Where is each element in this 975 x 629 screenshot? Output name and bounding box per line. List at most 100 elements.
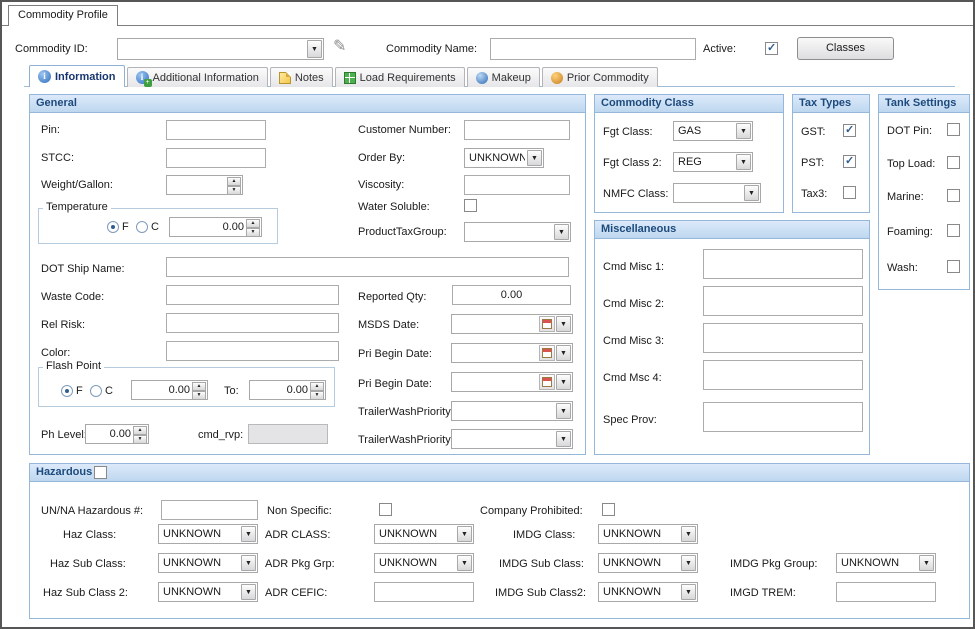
- flash-point-from-stepper[interactable]: 0.00 ▲▼: [131, 380, 208, 400]
- chevron-down-icon[interactable]: ▼: [554, 224, 569, 240]
- page-tab-commodity-profile[interactable]: Commodity Profile: [8, 5, 118, 26]
- adr-cefic-input[interactable]: [374, 582, 474, 602]
- gst-checkbox[interactable]: [843, 124, 856, 137]
- chevron-down-icon[interactable]: ▼: [556, 403, 571, 419]
- trailer-wash-priority2-select[interactable]: ▼: [451, 429, 573, 449]
- tab-additional-information[interactable]: Additional Information: [127, 67, 268, 87]
- classes-button[interactable]: Classes: [797, 37, 894, 60]
- chevron-down-icon[interactable]: ▼: [681, 526, 696, 542]
- stepper-buttons[interactable]: ▲▼: [310, 382, 324, 398]
- temperature-c-radio[interactable]: [136, 221, 148, 233]
- calendar-icon[interactable]: [539, 316, 555, 332]
- pri-begin-date2-picker[interactable]: ▼: [451, 372, 573, 392]
- ph-level-stepper[interactable]: 0.00 ▲▼: [85, 424, 149, 444]
- down-arrow-icon[interactable]: ▼: [227, 186, 241, 195]
- wash-checkbox[interactable]: [947, 260, 960, 273]
- foaming-checkbox[interactable]: [947, 224, 960, 237]
- active-checkbox[interactable]: [765, 42, 778, 55]
- stepper-buttons[interactable]: ▲▼: [133, 426, 147, 442]
- stepper-buttons[interactable]: ▲▼: [227, 177, 241, 193]
- chevron-down-icon[interactable]: ▼: [241, 584, 256, 600]
- color-input[interactable]: [166, 341, 339, 361]
- water-soluble-checkbox[interactable]: [464, 199, 477, 212]
- fgt-class2-select[interactable]: REG ▼: [673, 152, 753, 172]
- stcc-input[interactable]: [166, 148, 266, 168]
- product-tax-group-select[interactable]: ▼: [464, 222, 571, 242]
- chevron-down-icon[interactable]: ▼: [681, 555, 696, 571]
- pin-input[interactable]: [166, 120, 266, 140]
- haz-sub-class-select[interactable]: UNKNOWN ▼: [158, 553, 258, 573]
- tab-load-requirements[interactable]: Load Requirements: [335, 67, 465, 87]
- tax3-checkbox[interactable]: [843, 186, 856, 199]
- chevron-down-icon[interactable]: ▼: [736, 123, 751, 139]
- non-specific-checkbox[interactable]: [379, 503, 392, 516]
- hazardous-checkbox[interactable]: [94, 466, 107, 479]
- chevron-down-icon[interactable]: ▼: [736, 154, 751, 170]
- chevron-down-icon[interactable]: ▼: [681, 584, 696, 600]
- up-arrow-icon[interactable]: ▲: [192, 382, 206, 391]
- up-arrow-icon[interactable]: ▲: [227, 177, 241, 186]
- imgd-trem-input[interactable]: [836, 582, 936, 602]
- cmd-msc4-input[interactable]: [703, 360, 863, 390]
- chevron-down-icon[interactable]: ▼: [307, 40, 322, 58]
- company-prohibited-checkbox[interactable]: [602, 503, 615, 516]
- chevron-down-icon[interactable]: ▼: [744, 185, 759, 201]
- chevron-down-icon[interactable]: ▼: [527, 150, 542, 166]
- top-load-checkbox[interactable]: [947, 156, 960, 169]
- trailer-wash-priority-select[interactable]: ▼: [451, 401, 573, 421]
- temperature-stepper[interactable]: 0.00 ▲▼: [169, 217, 262, 237]
- viscosity-input[interactable]: [464, 175, 570, 195]
- rel-risk-input[interactable]: [166, 313, 339, 333]
- adr-class-select[interactable]: UNKNOWN ▼: [374, 524, 474, 544]
- chevron-down-icon[interactable]: ▼: [556, 374, 571, 390]
- pencil-icon[interactable]: ✎: [333, 39, 346, 55]
- weight-gallon-stepper[interactable]: ▲▼: [166, 175, 243, 195]
- down-arrow-icon[interactable]: ▼: [192, 391, 206, 400]
- flash-point-to-stepper[interactable]: 0.00 ▲▼: [249, 380, 326, 400]
- dot-pin-checkbox[interactable]: [947, 123, 960, 136]
- chevron-down-icon[interactable]: ▼: [457, 526, 472, 542]
- down-arrow-icon[interactable]: ▼: [246, 228, 260, 237]
- chevron-down-icon[interactable]: ▼: [457, 555, 472, 571]
- up-arrow-icon[interactable]: ▲: [246, 219, 260, 228]
- chevron-down-icon[interactable]: ▼: [241, 526, 256, 542]
- chevron-down-icon[interactable]: ▼: [556, 316, 571, 332]
- pst-checkbox[interactable]: [843, 155, 856, 168]
- spec-prov-input[interactable]: [703, 402, 863, 432]
- cmd-misc3-input[interactable]: [703, 323, 863, 353]
- marine-checkbox[interactable]: [947, 189, 960, 202]
- haz-sub-class2-select[interactable]: UNKNOWN ▼: [158, 582, 258, 602]
- tab-information[interactable]: Information: [29, 65, 125, 87]
- adr-pkg-grp-select[interactable]: UNKNOWN ▼: [374, 553, 474, 573]
- flash-point-f-radio[interactable]: [61, 385, 73, 397]
- stepper-buttons[interactable]: ▲▼: [192, 382, 206, 398]
- calendar-icon[interactable]: [539, 374, 555, 390]
- waste-code-input[interactable]: [166, 285, 339, 305]
- commodity-name-input[interactable]: [490, 38, 696, 60]
- dot-ship-name-input[interactable]: [166, 257, 569, 277]
- commodity-id-select[interactable]: ▼: [117, 38, 324, 60]
- order-by-select[interactable]: UNKNOWN ▼: [464, 148, 544, 168]
- tab-notes[interactable]: Notes: [270, 67, 333, 87]
- flash-point-c-radio[interactable]: [90, 385, 102, 397]
- chevron-down-icon[interactable]: ▼: [241, 555, 256, 571]
- up-arrow-icon[interactable]: ▲: [133, 426, 147, 435]
- chevron-down-icon[interactable]: ▼: [919, 555, 934, 571]
- imdg-sub-class2-select[interactable]: UNKNOWN ▼: [598, 582, 698, 602]
- calendar-icon[interactable]: [539, 345, 555, 361]
- imdg-pkg-group-select[interactable]: UNKNOWN ▼: [836, 553, 936, 573]
- msds-date-picker[interactable]: ▼: [451, 314, 573, 334]
- cmd-misc2-input[interactable]: [703, 286, 863, 316]
- chevron-down-icon[interactable]: ▼: [556, 431, 571, 447]
- imdg-class-select[interactable]: UNKNOWN ▼: [598, 524, 698, 544]
- down-arrow-icon[interactable]: ▼: [133, 435, 147, 444]
- imdg-sub-class-select[interactable]: UNKNOWN ▼: [598, 553, 698, 573]
- haz-class-select[interactable]: UNKNOWN ▼: [158, 524, 258, 544]
- pri-begin-date-picker[interactable]: ▼: [451, 343, 573, 363]
- down-arrow-icon[interactable]: ▼: [310, 391, 324, 400]
- un-na-hazardous-input[interactable]: [161, 500, 258, 520]
- reported-qty-input[interactable]: [452, 285, 571, 305]
- customer-number-input[interactable]: [464, 120, 570, 140]
- tab-makeup[interactable]: Makeup: [467, 67, 540, 87]
- chevron-down-icon[interactable]: ▼: [556, 345, 571, 361]
